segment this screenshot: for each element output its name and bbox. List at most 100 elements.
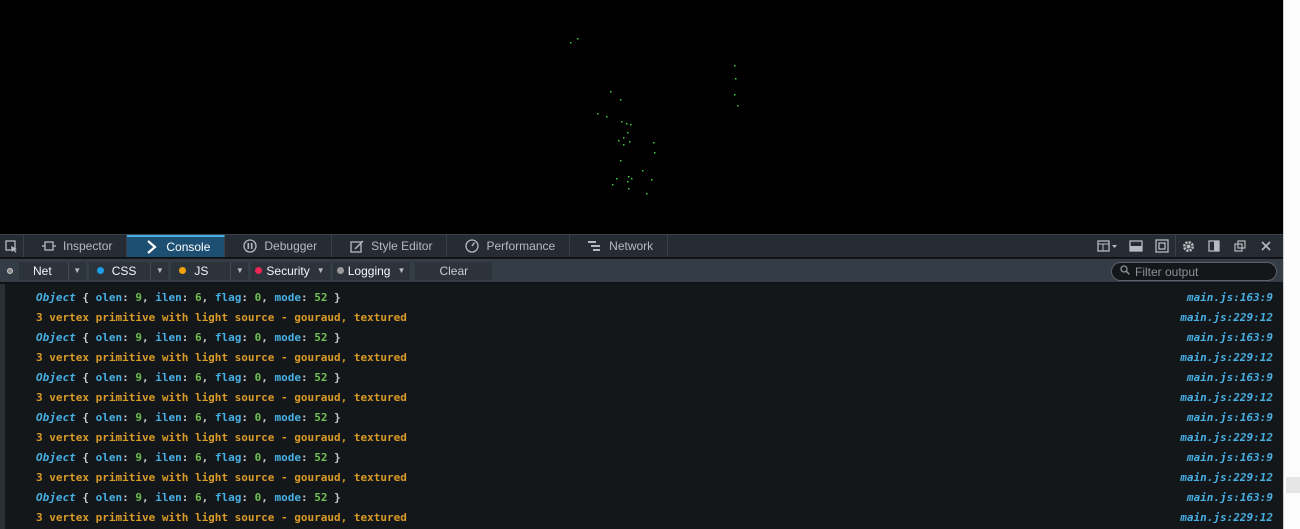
filter-css-button[interactable]: CSS ▼ (88, 261, 169, 280)
chevron-down-icon[interactable]: ▼ (150, 261, 168, 280)
object-keyword: Object (36, 490, 76, 504)
source-link[interactable]: main.js:163:9 (1187, 411, 1273, 424)
filter-security-button[interactable]: Security ▼ (251, 261, 330, 280)
element-picker-button[interactable] (0, 235, 24, 257)
separate-window-button[interactable] (1227, 235, 1253, 257)
scrollbar-thumb[interactable] (1286, 477, 1300, 493)
tab-performance-label: Performance (486, 239, 556, 253)
scene-point (626, 123, 628, 125)
source-link[interactable]: main.js:163:9 (1187, 491, 1273, 504)
tab-inspector[interactable]: Inspector (24, 235, 128, 257)
console-message-log: 3 vertex primitive with light source - g… (5, 427, 1283, 447)
js-dot-icon (179, 267, 187, 274)
scene-point (577, 38, 579, 40)
tab-console[interactable]: Console (127, 235, 226, 257)
source-link[interactable]: main.js:163:9 (1187, 451, 1273, 464)
scene-point (621, 121, 623, 123)
tab-network[interactable]: Network (570, 235, 669, 257)
filter-css-label: CSS (111, 263, 137, 278)
clear-button[interactable]: Clear (415, 261, 493, 280)
message-text: 3 vertex primitive with light source - g… (36, 390, 407, 404)
console-message-object: Object { olen: 9, ilen: 6, flag: 0, mode… (5, 407, 1283, 427)
value-olen: 9 (135, 370, 142, 384)
tab-performance[interactable]: Performance (447, 235, 571, 257)
scene-point (620, 99, 622, 101)
message-text[interactable]: Object { olen: 9, ilen: 6, flag: 0, mode… (36, 451, 341, 464)
source-link[interactable]: main.js:229:12 (1180, 471, 1273, 484)
frame-select-button[interactable] (1093, 235, 1123, 257)
scene-point (653, 142, 655, 144)
object-keyword: Object (36, 450, 76, 464)
debugger-icon (243, 239, 258, 253)
separate-window-icon (1234, 240, 1246, 252)
filter-logging-button[interactable]: Logging ▼ (332, 261, 411, 280)
webgl-canvas[interactable] (0, 0, 1283, 234)
source-link[interactable]: main.js:229:12 (1180, 351, 1273, 364)
object-keyword: Object (36, 370, 76, 384)
devtools-panel: Inspector Console Debugger Style Editor (0, 234, 1283, 529)
close-devtools-button[interactable] (1253, 235, 1279, 257)
frame-select-icon (1097, 240, 1117, 252)
console-output[interactable]: Object { olen: 9, ilen: 6, flag: 0, mode… (0, 284, 1283, 529)
scene-point (651, 179, 653, 181)
console-message-object: Object { olen: 9, ilen: 6, flag: 0, mode… (5, 487, 1283, 507)
value-olen: 9 (135, 290, 142, 304)
page-scrollbar[interactable] (1283, 0, 1300, 529)
source-link[interactable]: main.js:163:9 (1187, 331, 1273, 344)
message-text[interactable]: Object { olen: 9, ilen: 6, flag: 0, mode… (36, 331, 341, 344)
value-ilen: 6 (195, 410, 202, 424)
css-dot-icon (96, 267, 104, 274)
scene-point (734, 94, 736, 96)
value-mode: 52 (314, 370, 328, 384)
split-console-button[interactable] (1123, 235, 1149, 257)
value-olen: 9 (135, 490, 142, 504)
responsive-mode-button[interactable] (1149, 235, 1175, 257)
value-olen: 9 (135, 450, 142, 464)
console-message-log: 3 vertex primitive with light source - g… (5, 467, 1283, 487)
chevron-down-icon[interactable]: ▼ (67, 261, 86, 280)
source-link[interactable]: main.js:229:12 (1180, 431, 1273, 444)
source-link[interactable]: main.js:229:12 (1180, 311, 1273, 324)
dock-side-icon (1208, 240, 1220, 252)
filter-net-label: Net (33, 263, 52, 278)
object-keyword: Object (36, 290, 76, 304)
filter-output-search[interactable] (1111, 262, 1277, 281)
value-mode: 52 (314, 490, 328, 504)
filter-net-button[interactable]: Net ▼ (19, 261, 86, 280)
responsive-mode-icon (1155, 239, 1169, 253)
network-icon (588, 239, 602, 253)
chevron-down-icon[interactable]: ▼ (392, 262, 410, 280)
chevron-down-icon[interactable]: ▼ (230, 261, 248, 280)
value-mode: 52 (314, 330, 328, 344)
message-text: 3 vertex primitive with light source - g… (36, 310, 407, 324)
chevron-down-icon[interactable]: ▼ (312, 262, 330, 280)
message-text[interactable]: Object { olen: 9, ilen: 6, flag: 0, mode… (36, 411, 341, 424)
tab-debugger[interactable]: Debugger (225, 235, 333, 257)
scene-point (628, 176, 630, 178)
source-link[interactable]: main.js:163:9 (1187, 291, 1273, 304)
scene-point (654, 152, 656, 154)
value-olen: 9 (135, 410, 142, 424)
scene-point (616, 178, 618, 180)
scene-point (618, 140, 620, 142)
message-text[interactable]: Object { olen: 9, ilen: 6, flag: 0, mode… (36, 371, 341, 384)
filter-js-button[interactable]: JS ▼ (171, 261, 249, 280)
style-editor-icon (350, 239, 364, 253)
message-text: 3 vertex primitive with light source - g… (36, 350, 407, 364)
filter-output-input[interactable] (1135, 264, 1265, 279)
settings-button[interactable] (1175, 235, 1201, 257)
message-text: 3 vertex primitive with light source - g… (36, 430, 407, 444)
message-text[interactable]: Object { olen: 9, ilen: 6, flag: 0, mode… (36, 291, 341, 304)
tab-debugger-label: Debugger (264, 239, 318, 253)
tab-style-editor[interactable]: Style Editor (332, 235, 448, 257)
message-text[interactable]: Object { olen: 9, ilen: 6, flag: 0, mode… (36, 491, 341, 504)
scene-point (628, 188, 630, 190)
source-link[interactable]: main.js:229:12 (1180, 391, 1273, 404)
value-mode: 52 (314, 290, 328, 304)
element-picker-icon (5, 239, 17, 253)
source-link[interactable]: main.js:229:12 (1180, 511, 1273, 524)
value-ilen: 6 (195, 290, 202, 304)
source-link[interactable]: main.js:163:9 (1187, 371, 1273, 384)
net-dot-icon (7, 267, 13, 274)
dock-side-button[interactable] (1201, 235, 1227, 257)
